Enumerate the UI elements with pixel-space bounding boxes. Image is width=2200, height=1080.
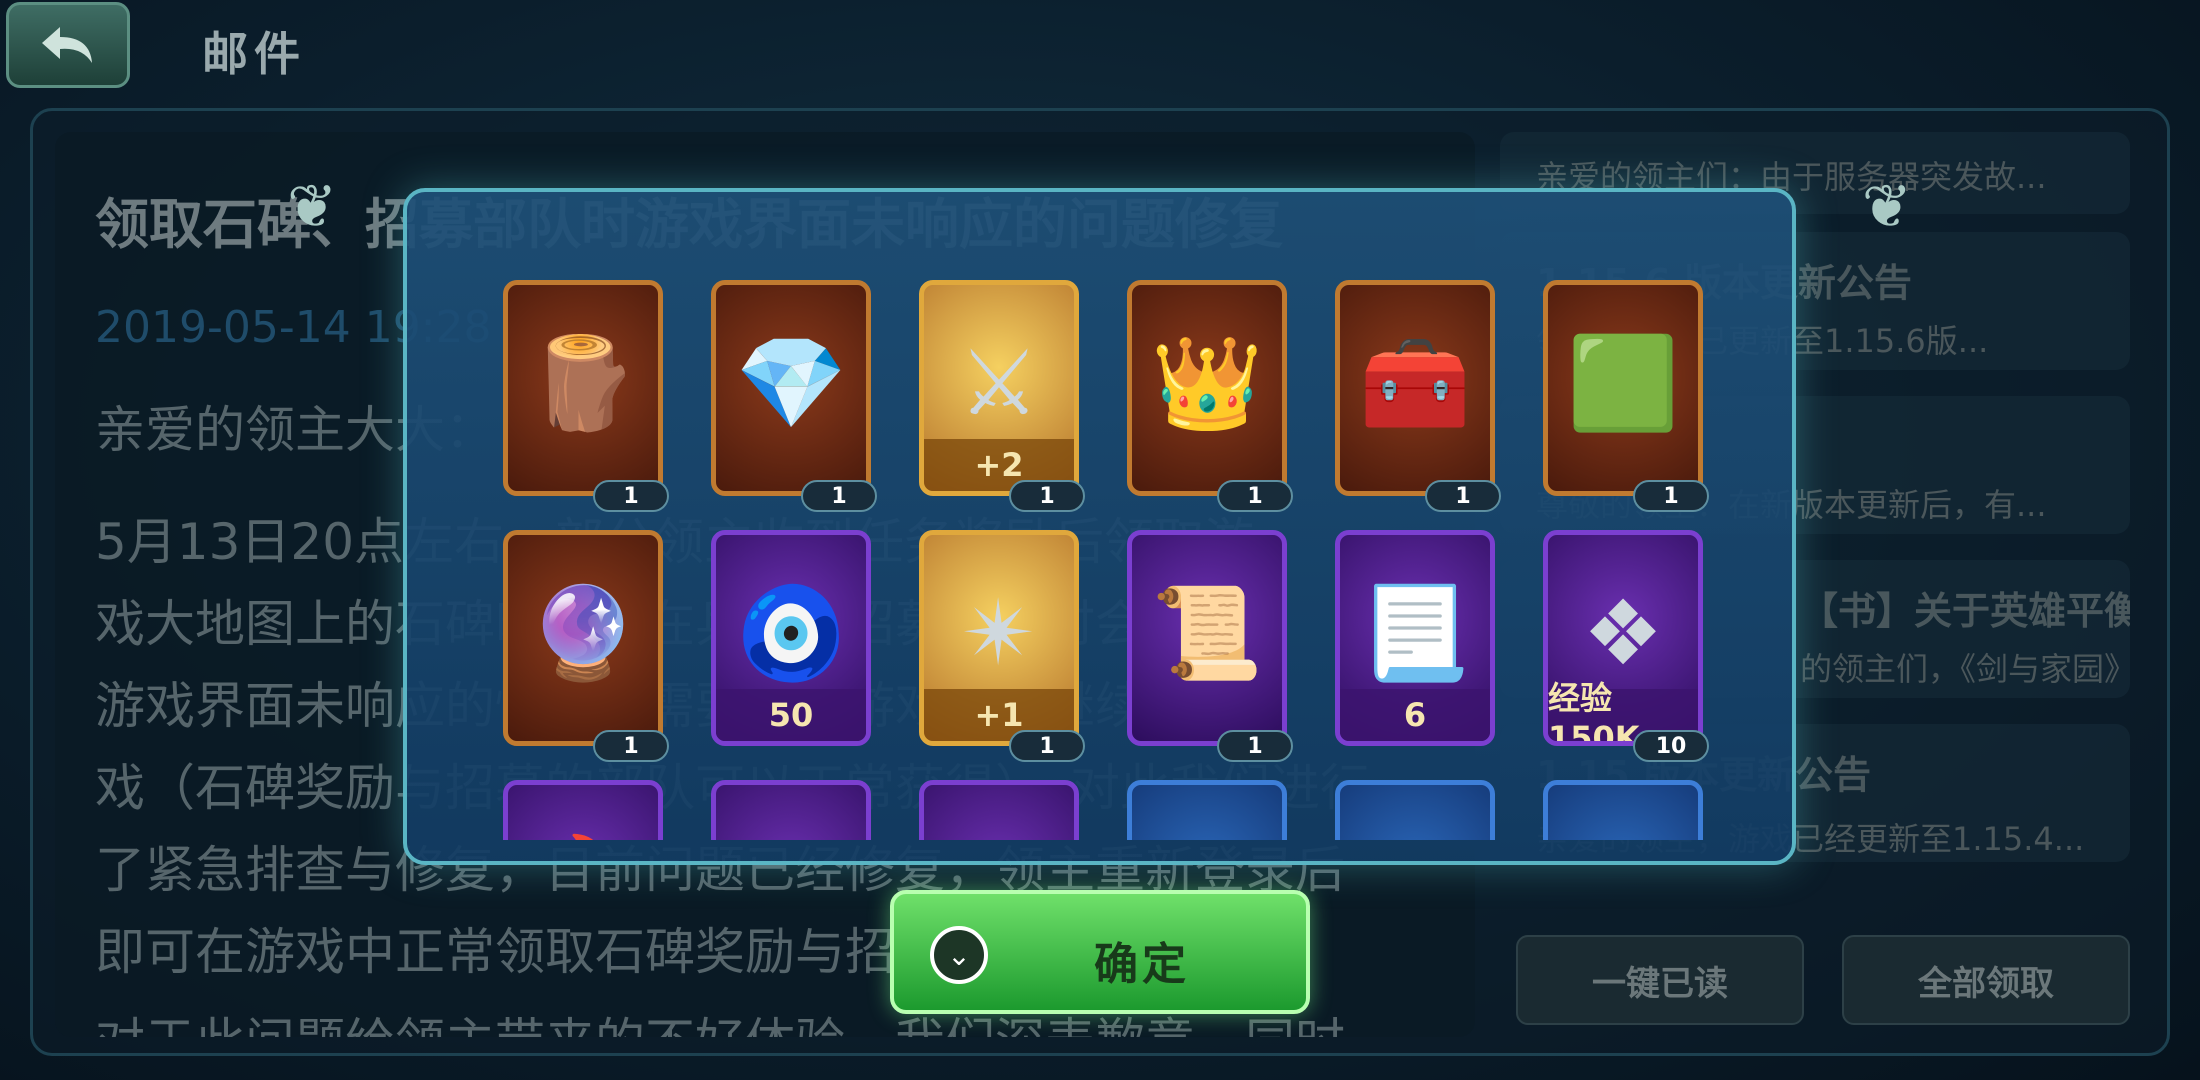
reward-card: ❖ 经验 150K <box>1543 530 1703 746</box>
experience-cube-icon: ❖ <box>1582 580 1664 686</box>
scroll-medallion-icon: 📜 <box>1150 580 1264 686</box>
reward-count-badge: 1 <box>1633 480 1709 512</box>
reward-grid[interactable]: 🪵1💎1⚔+21👑1🧰1🟩1🔮1🧿50✴+11📜1📃6❖经验 150K10🔥✦⬟… <box>503 280 1723 840</box>
reward-card: ✦ <box>1127 780 1287 840</box>
reward-count-badge: 1 <box>801 480 877 512</box>
reward-item[interactable]: ✦ <box>1127 780 1287 840</box>
reward-card: ✴ +1 <box>919 530 1079 746</box>
item-icon: ✦ <box>1377 838 1452 840</box>
reward-card: 🪵 <box>503 280 663 496</box>
reward-item[interactable]: 🧰 1 <box>1335 280 1501 512</box>
reward-item[interactable]: 🔮 1 <box>503 530 669 762</box>
reward-item[interactable]: 👑 1 <box>1127 280 1293 512</box>
mail-item-preview: 的领主们，《剑与家园》的新... <box>1800 650 2130 688</box>
gold-chest-icon: 🧰 <box>1358 330 1472 436</box>
reward-count-badge: 1 <box>1217 480 1293 512</box>
reward-item[interactable]: ✦ <box>711 780 871 840</box>
reward-item[interactable]: ✦ <box>1335 780 1495 840</box>
corner-ornament-icon: ❦ <box>1861 172 1912 242</box>
reward-count-badge: 1 <box>1009 730 1085 762</box>
emerald-crate-icon: 🟩 <box>1566 330 1680 436</box>
page-title: 邮件 <box>202 27 306 81</box>
reward-item[interactable]: 🪵 1 <box>503 280 669 512</box>
reward-count-badge: 10 <box>1633 730 1709 762</box>
reward-card: ✦ <box>711 780 871 840</box>
reward-amount: 6 <box>1340 689 1490 741</box>
reward-count-badge: 1 <box>1425 480 1501 512</box>
faction-banner-icon: ⚔ <box>958 330 1040 436</box>
item-icon: ✦ <box>1585 838 1660 840</box>
corner-ornament-icon: ❦ <box>287 172 338 242</box>
mail-item-title: 【书】关于英雄平衡性... <box>1800 589 2130 633</box>
chevron-down-circle-icon: ⌄ <box>930 926 988 984</box>
reward-item[interactable]: ⬟ <box>919 780 1079 840</box>
ruby-chest-icon: 💎 <box>734 330 848 436</box>
reward-item[interactable]: 🔥 <box>503 780 663 840</box>
reward-card: ✦ <box>1543 780 1703 840</box>
royal-gold-chest-icon: 👑 <box>1150 330 1264 436</box>
reward-card: 📃 6 <box>1335 530 1495 746</box>
reward-item[interactable]: ❖ 经验 150K 10 <box>1543 530 1709 762</box>
reward-amount: 50 <box>716 689 866 741</box>
gold-scroll-icon: 📃 <box>1358 580 1472 686</box>
reward-item[interactable]: 🟩 1 <box>1543 280 1709 512</box>
confirm-label: 确定 <box>1094 939 1190 990</box>
reward-card: 🔮 <box>503 530 663 746</box>
back-arrow-icon <box>42 27 92 63</box>
item-icon: ✦ <box>1169 838 1244 840</box>
reward-item[interactable]: 💎 1 <box>711 280 877 512</box>
reward-item[interactable]: ✴ +1 1 <box>919 530 1085 762</box>
reward-card: 🔥 <box>503 780 663 840</box>
reward-count-badge: 1 <box>1217 730 1293 762</box>
back-button[interactable] <box>6 2 130 88</box>
reward-count-badge: 1 <box>1009 480 1085 512</box>
compass-star-icon: ✴ <box>961 580 1037 686</box>
item-icon: ✦ <box>753 838 828 840</box>
reward-card: 🧿 50 <box>711 530 871 746</box>
reward-item[interactable]: 🧿 50 <box>711 530 871 748</box>
reward-card: 💎 <box>711 280 871 496</box>
purple-crystal-icon: 🔮 <box>526 580 640 686</box>
reward-card: ✦ <box>1335 780 1495 840</box>
confirm-button[interactable]: ⌄ 确定 <box>890 890 1310 1014</box>
reward-card: ⬟ <box>919 780 1079 840</box>
reward-item[interactable]: 📃 6 <box>1335 530 1495 748</box>
reward-item[interactable]: 📜 1 <box>1127 530 1293 762</box>
reward-card: 📜 <box>1127 530 1287 746</box>
reward-card: ⚔ +2 <box>919 280 1079 496</box>
reward-card: 🧰 <box>1335 280 1495 496</box>
read-all-button[interactable]: 一键已读 <box>1516 935 1804 1025</box>
reward-card: 🟩 <box>1543 280 1703 496</box>
demon-orb-icon: 🧿 <box>734 580 848 686</box>
reward-item[interactable]: ⚔ +2 1 <box>919 280 1085 512</box>
reward-dialog: ❦ ❦ 🪵 1 💎 1 ⚔ +2 1 👑 1 🧰 1 🟩 1 🔮 1 🧿 50 ✴ +1 1 📜 1 📃 6 ❖ 经验 150K 1… <box>287 172 1912 865</box>
reward-count-badge: 1 <box>593 480 669 512</box>
reward-count-badge: 1 <box>593 730 669 762</box>
claim-all-button[interactable]: 全部领取 <box>1842 935 2130 1025</box>
blue-flame-icon: 🔥 <box>527 838 639 840</box>
crest-icon: ⬟ <box>960 838 1038 840</box>
wood-logs-icon: 🪵 <box>526 330 640 436</box>
reward-item[interactable]: ✦ <box>1543 780 1703 840</box>
reward-card: 👑 <box>1127 280 1287 496</box>
